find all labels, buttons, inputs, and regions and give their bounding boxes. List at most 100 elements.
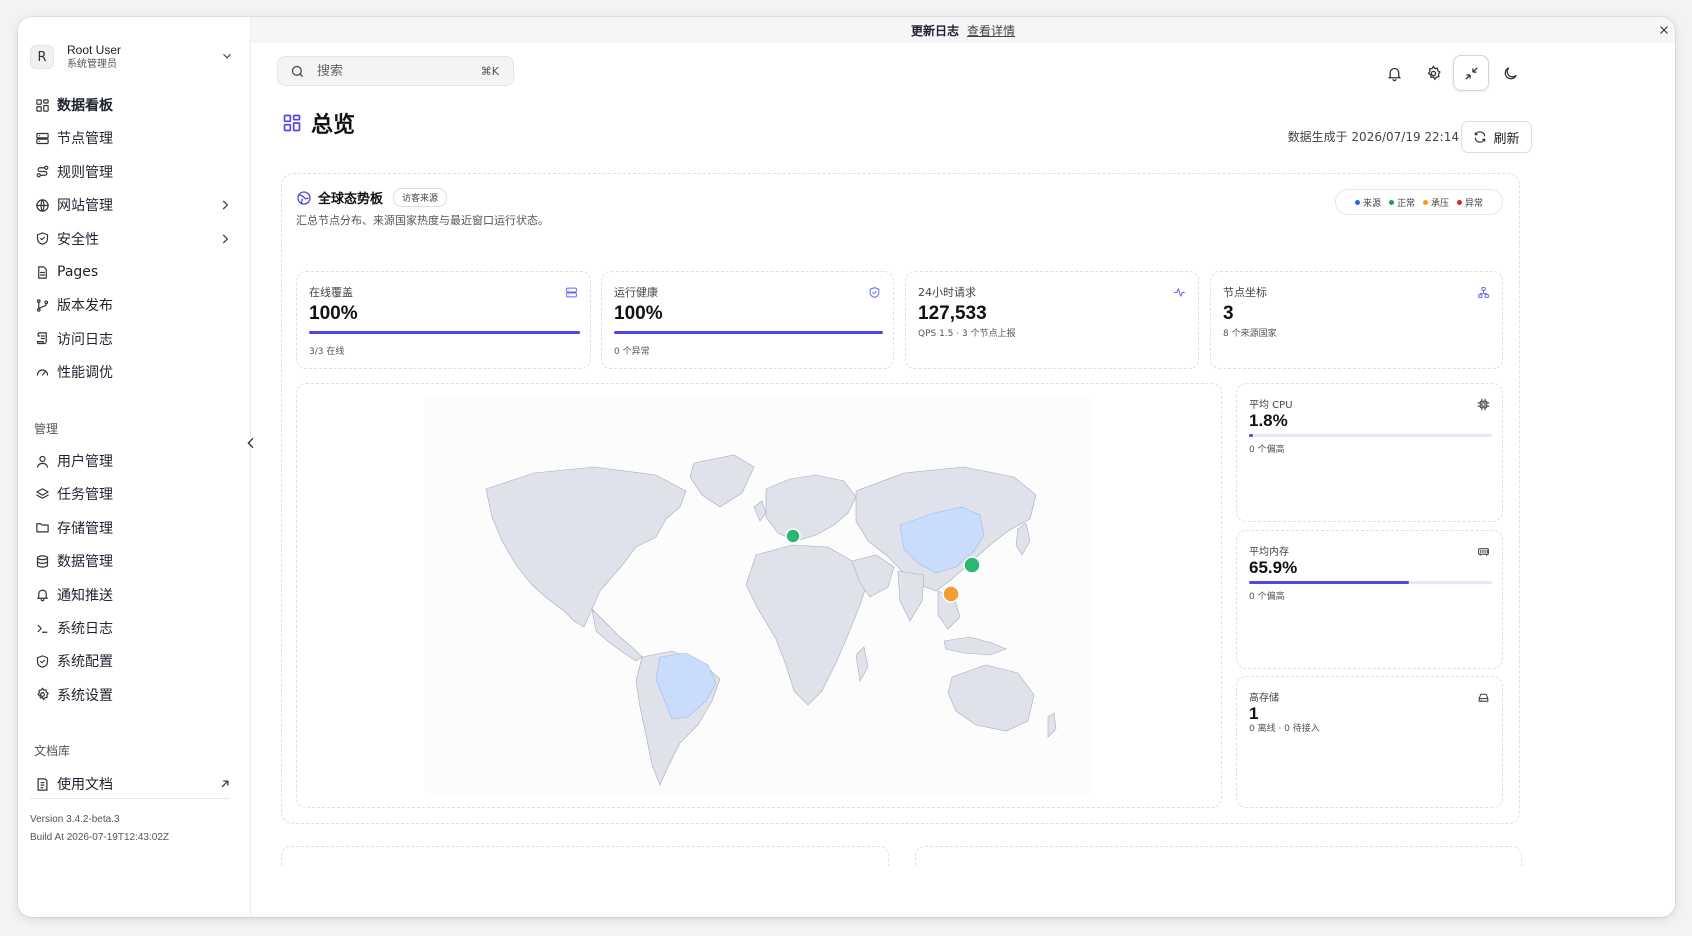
divider <box>30 798 230 799</box>
search-input[interactable] <box>317 63 467 79</box>
legend-dot <box>1423 199 1428 205</box>
legend-item: 异常 <box>1457 196 1483 209</box>
banner-link[interactable]: 查看详情 <box>967 22 1015 39</box>
gear-icon <box>34 687 50 703</box>
refresh-icon <box>1475 131 1486 143</box>
world-map[interactable] <box>424 395 1092 795</box>
node-marker-south-china <box>942 585 960 603</box>
refresh-label: 刷新 <box>1493 131 1520 147</box>
legend-dot <box>1457 199 1463 205</box>
europe-shape <box>765 474 857 542</box>
sidebar-item-label: 系统日志 <box>57 621 113 637</box>
sidebar-item-label: 任务管理 <box>57 487 113 504</box>
database-icon <box>34 553 50 569</box>
search-icon <box>291 65 303 77</box>
north-america-shape <box>485 466 687 628</box>
sidebar-item-server[interactable]: 节点管理 <box>30 124 242 152</box>
sidebar-item-gear[interactable]: 系统设置 <box>30 681 242 709</box>
user-switcher[interactable]: R Root User 系统管理员 <box>30 37 242 77</box>
stat-card: 在线覆盖 100% 3/3 在线 <box>296 271 591 369</box>
legend-label: 异常 <box>1465 198 1484 209</box>
legend-label: 承压 <box>1431 198 1450 209</box>
sidebar-item-label: 网站管理 <box>57 198 113 215</box>
sidebar-item-database[interactable]: 数据管理 <box>30 547 242 575</box>
progress-bar <box>614 331 883 334</box>
notifications-button[interactable] <box>1376 55 1412 91</box>
sidebar-item-label: 使用文档 <box>57 777 113 793</box>
sidebar-item-route[interactable]: 规则管理 <box>30 158 242 186</box>
sidebar-item-dashboard[interactable]: 数据看板 <box>30 91 242 119</box>
dashboard-icon <box>34 97 50 113</box>
user-name: Root User <box>67 43 122 57</box>
sidebar-item-layers[interactable]: 任务管理 <box>30 480 242 508</box>
sidebar-item-label: 规则管理 <box>57 164 113 181</box>
source-badge: 访客来源 <box>393 188 448 207</box>
settings-button[interactable] <box>1415 55 1451 91</box>
dashboard-icon <box>283 114 301 132</box>
stat-label: 节点坐标 <box>1223 286 1267 299</box>
sidebar-item-git-branch[interactable]: 版本发布 <box>30 291 242 319</box>
close-icon[interactable] <box>1657 23 1671 37</box>
legend-dot <box>1388 199 1394 205</box>
progress-bar <box>309 331 580 334</box>
folder-icon <box>34 520 50 536</box>
chevron-left-icon[interactable] <box>243 435 259 451</box>
sidebar-item-bell[interactable]: 通知推送 <box>30 581 242 609</box>
metric-subtext: 0 个偏高 <box>1249 445 1285 455</box>
server-icon <box>34 130 50 146</box>
next-card-right <box>915 846 1522 866</box>
stat-value: 100% <box>614 303 663 324</box>
sidebar-item-globe[interactable]: 网站管理 <box>30 191 242 219</box>
sidebar-item-docs[interactable]: 使用文档 <box>30 770 242 798</box>
generated-time: 数据生成于 2026/07/19 22:14 <box>1287 130 1459 144</box>
cpu-icon <box>1477 396 1490 411</box>
bell-icon <box>34 587 50 603</box>
sidebar-item-user[interactable]: 用户管理 <box>30 447 242 475</box>
route-icon <box>34 164 50 180</box>
globe-icon <box>34 197 50 213</box>
theme-toggle-button[interactable] <box>1492 55 1528 91</box>
refresh-button[interactable]: 刷新 <box>1461 121 1532 153</box>
sidebar-item-shield[interactable]: 安全性 <box>30 225 242 253</box>
network-icon <box>1477 284 1490 298</box>
indonesia-shape <box>943 636 1007 656</box>
metric-label: 高存储 <box>1249 693 1279 704</box>
panel-title: 全球态势板 <box>318 192 384 207</box>
stat-value: 3 <box>1223 303 1234 324</box>
layers-icon <box>34 486 50 502</box>
sidebar-item-shield-check[interactable]: 系统配置 <box>30 647 242 675</box>
update-banner: 更新日志 查看详情 <box>251 17 1675 43</box>
metric-label: 平均内存 <box>1249 547 1289 558</box>
metric-card: 高存储 1 0 离线 · 0 待接入 <box>1236 676 1503 808</box>
metric-subtext: 0 离线 · 0 待接入 <box>1249 724 1320 734</box>
app-window: R Root User 系统管理员 数据看板节点管理规则管理网站管理安全性 Pag… <box>18 17 1675 917</box>
sidebar-item-label: 数据管理 <box>57 554 113 571</box>
hard-drive-icon <box>1477 689 1490 702</box>
stat-label: 运行健康 <box>614 286 658 299</box>
sidebar-item-terminal[interactable]: 系统日志 <box>30 614 242 642</box>
avatar: R <box>30 45 54 69</box>
chevron-right-icon <box>222 200 229 210</box>
sidebar-item-scroll[interactable]: 访问日志 <box>30 325 242 353</box>
sidebar-item-folder[interactable]: 存储管理 <box>30 514 242 542</box>
user-role: 系统管理员 <box>67 59 117 70</box>
moon-icon <box>1504 66 1517 79</box>
panel-header: 全球态势板 访客来源 <box>296 188 448 207</box>
terminal-icon <box>34 620 50 636</box>
stat-label: 24小时请求 <box>918 286 976 299</box>
sidebar-item-file[interactable]: Pages <box>30 258 242 286</box>
search-box[interactable]: ⌘K <box>277 56 514 86</box>
sidebar-item-gauge[interactable]: 性能调优 <box>30 358 242 386</box>
stat-subtext: QPS 1.5 · 3 个节点上报 <box>918 329 1016 339</box>
globe-icon <box>297 190 311 205</box>
section-title-docs: 文档库 <box>34 744 71 758</box>
node-marker-europe <box>785 528 801 544</box>
search-shortcut: ⌘K <box>480 65 499 78</box>
exit-fullscreen-button[interactable] <box>1453 55 1489 91</box>
stat-subtext: 8 个来源国家 <box>1223 329 1277 339</box>
legend-label: 来源 <box>1362 198 1381 209</box>
metric-card: 平均内存 65.9% 0 个偏高 <box>1236 530 1503 669</box>
legend-item: 来源 <box>1354 196 1381 209</box>
bell-icon <box>1387 67 1401 81</box>
progress-bar <box>1249 581 1492 584</box>
